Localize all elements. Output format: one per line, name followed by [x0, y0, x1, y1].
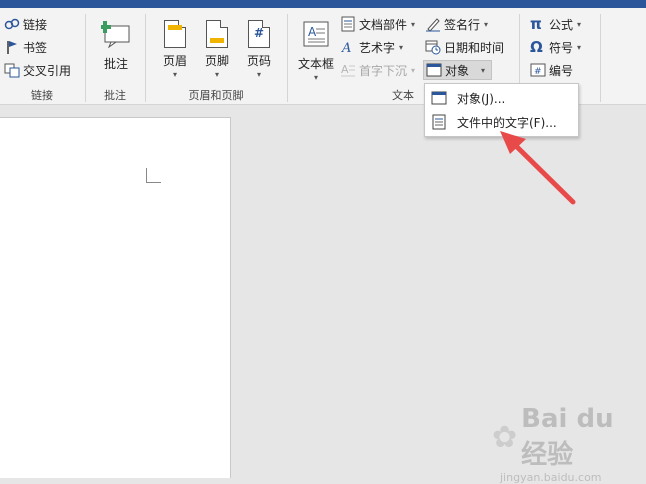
- watermark-brand: Bai du 经验: [521, 404, 614, 470]
- watermark: ✿ Bai du 经验 jingyan.baidu.com: [492, 404, 646, 484]
- paw-icon: ✿: [492, 420, 518, 455]
- watermark-url: jingyan.baidu.com: [500, 471, 602, 484]
